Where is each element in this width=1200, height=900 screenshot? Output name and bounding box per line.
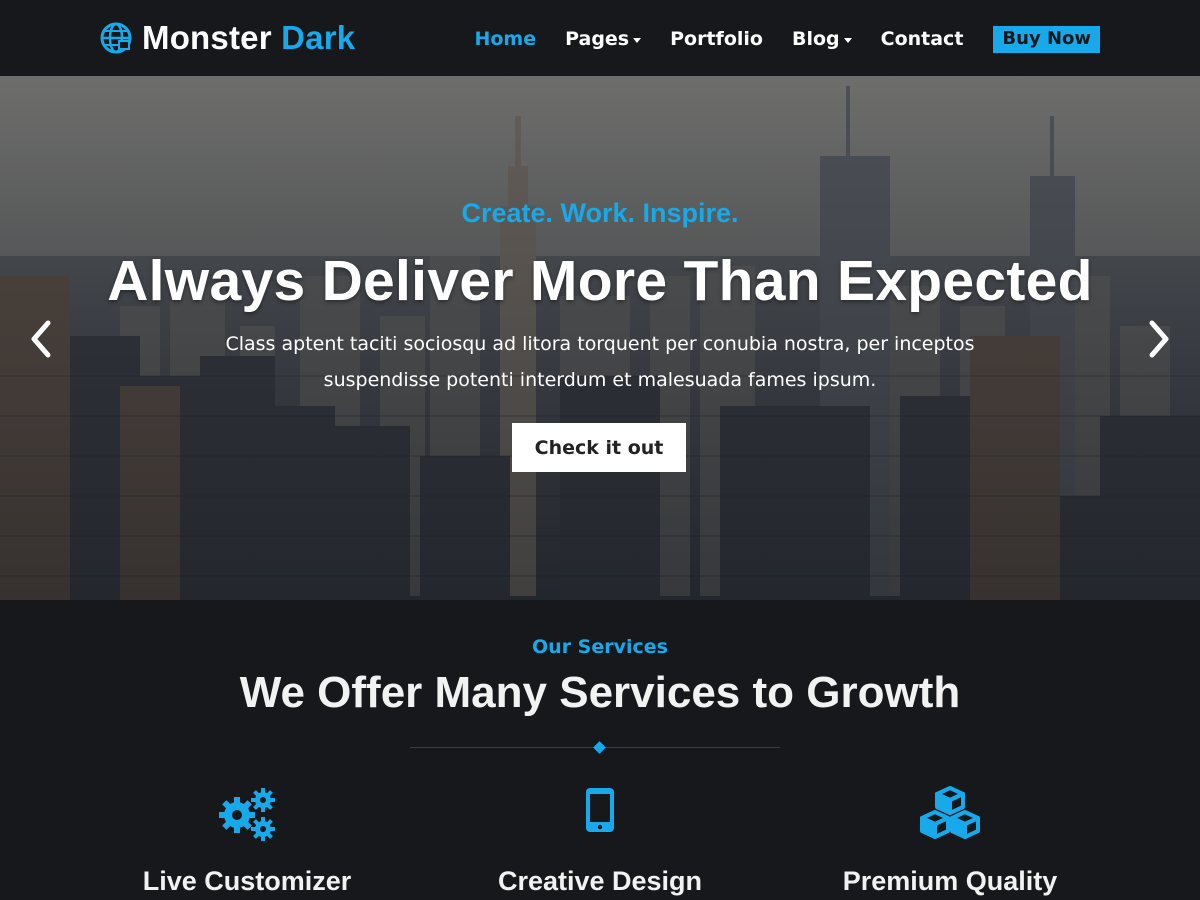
site-header: Monster Dark Home Pages Portfolio Blog C… — [0, 0, 1200, 76]
hero-tagline: Create. Work. Inspire. — [461, 198, 739, 228]
nav-home[interactable]: Home — [474, 28, 536, 50]
check-it-out-button[interactable]: Check it out — [512, 423, 686, 472]
nav-blog[interactable]: Blog — [792, 28, 852, 50]
service-card: Creative Design — [450, 786, 750, 900]
nav-pages-label: Pages — [565, 28, 630, 50]
divider-diamond — [593, 741, 606, 754]
services-section: Our Services We Offer Many Services to G… — [0, 600, 1200, 900]
service-name: Creative Design — [497, 866, 703, 896]
service-card: Live Customizer — [97, 786, 397, 900]
nav-blog-label: Blog — [791, 28, 840, 50]
caret-down-icon — [843, 38, 852, 43]
site-title: Monster Dark — [142, 19, 355, 57]
globe-icon — [100, 22, 132, 54]
service-name: Live Customizer — [142, 866, 352, 896]
nav-contact[interactable]: Contact — [881, 28, 964, 50]
chevron-right-icon[interactable] — [1144, 314, 1174, 364]
main-nav: Home Pages Portfolio Blog Contact Buy No… — [445, 24, 1100, 54]
cubes-icon — [920, 786, 980, 839]
hero-subtitle: Class aptent taciti sociosqu ad litora t… — [200, 326, 1000, 398]
services-kicker: Our Services — [532, 636, 668, 658]
nav-portfolio[interactable]: Portfolio — [670, 28, 763, 50]
mobile-icon — [586, 788, 614, 832]
service-name: Premium Quality — [842, 866, 1058, 896]
hero-title: Always Deliver More Than Expected — [107, 249, 1093, 313]
nav-pages[interactable]: Pages — [565, 28, 642, 50]
site-title-part1: Monster — [142, 19, 272, 56]
site-logo[interactable]: Monster Dark — [100, 18, 355, 58]
hero-subtitle-line1: Class aptent taciti sociosqu ad litora t… — [225, 333, 975, 355]
hero-slider: Create. Work. Inspire. Always Deliver Mo… — [0, 76, 1200, 600]
buy-now-button[interactable]: Buy Now — [993, 25, 1100, 53]
service-card: Premium Quality — [800, 786, 1100, 900]
services-title: We Offer Many Services to Growth — [239, 668, 961, 717]
gears-icon — [219, 788, 275, 841]
caret-down-icon — [633, 38, 642, 43]
hero-subtitle-line2: suspendisse potenti interdum et malesuad… — [323, 369, 877, 391]
chevron-left-icon[interactable] — [26, 314, 56, 364]
site-title-part2: Dark — [281, 19, 356, 56]
